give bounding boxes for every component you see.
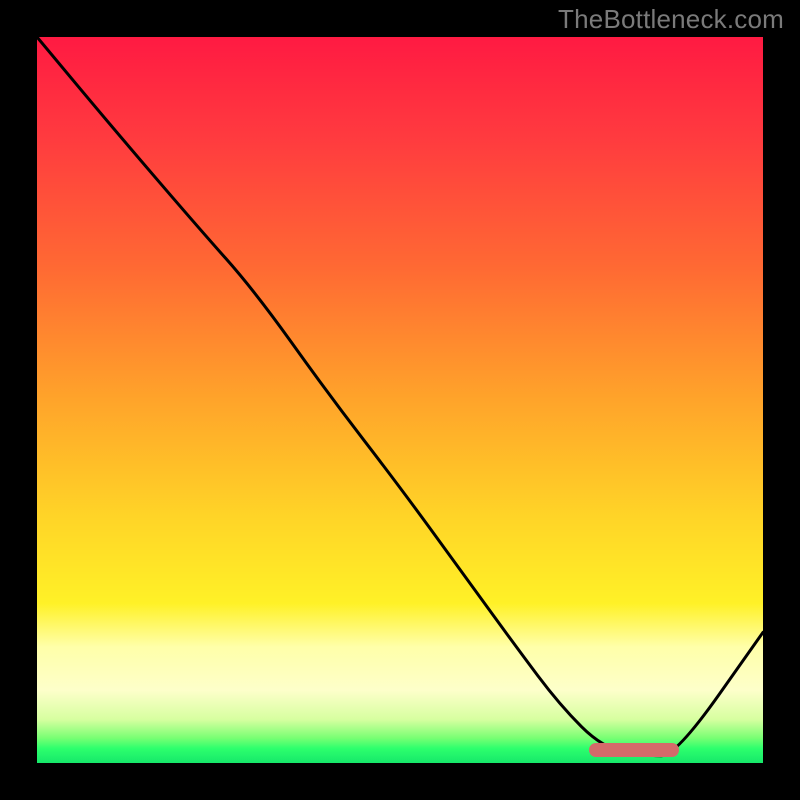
curve-path bbox=[37, 37, 763, 756]
watermark-text: TheBottleneck.com bbox=[558, 4, 784, 35]
plot-area bbox=[37, 37, 763, 763]
chart-canvas: TheBottleneck.com bbox=[0, 0, 800, 800]
line-curve bbox=[37, 37, 763, 763]
optimum-marker bbox=[589, 743, 679, 757]
